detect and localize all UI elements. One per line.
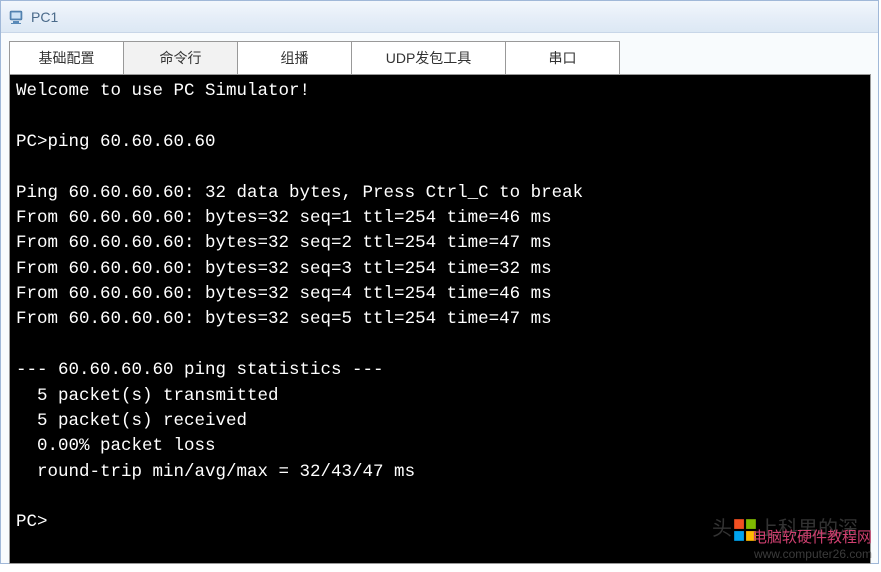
tab-udp-tool[interactable]: UDP发包工具 xyxy=(351,41,506,75)
window-title: PC1 xyxy=(31,9,58,25)
terminal-welcome: Welcome to use PC Simulator! xyxy=(16,81,310,101)
watermark-site-url: www.computer26.com xyxy=(752,547,872,563)
ping-reply: From 60.60.60.60: bytes=32 seq=4 ttl=254… xyxy=(16,284,552,304)
tab-multicast[interactable]: 组播 xyxy=(237,41,352,75)
ping-reply: From 60.60.60.60: bytes=32 seq=3 ttl=254… xyxy=(16,259,552,279)
tab-bar: 基础配置 命令行 组播 UDP发包工具 串口 xyxy=(9,41,870,75)
ping-header: Ping 60.60.60.60: 32 data bytes, Press C… xyxy=(16,183,583,203)
tab-serial[interactable]: 串口 xyxy=(505,41,620,75)
content-area: 基础配置 命令行 组播 UDP发包工具 串口 Welcome to use PC… xyxy=(1,33,878,572)
ping-reply: From 60.60.60.60: bytes=32 seq=1 ttl=254… xyxy=(16,208,552,228)
ping-reply: From 60.60.60.60: bytes=32 seq=5 ttl=254… xyxy=(16,309,552,329)
pc-icon xyxy=(7,8,25,26)
watermark-site: 电脑软硬件教程网 www.computer26.com xyxy=(752,528,872,563)
terminal-prompt: PC> xyxy=(16,512,48,532)
stats-line: 5 packet(s) received xyxy=(16,411,247,431)
ping-reply: From 60.60.60.60: bytes=32 seq=2 ttl=254… xyxy=(16,233,552,253)
terminal-output[interactable]: Welcome to use PC Simulator! PC>ping 60.… xyxy=(9,74,871,564)
titlebar: PC1 xyxy=(1,1,878,33)
tab-basic-config[interactable]: 基础配置 xyxy=(9,41,124,75)
tab-command-line[interactable]: 命令行 xyxy=(123,41,238,75)
stats-header: --- 60.60.60.60 ping statistics --- xyxy=(16,360,384,380)
stats-line: 5 packet(s) transmitted xyxy=(16,386,279,406)
watermark-site-name: 电脑软硬件教程网 xyxy=(752,528,872,548)
terminal-prompt-ping: PC>ping 60.60.60.60 xyxy=(16,132,216,152)
app-window: PC1 基础配置 命令行 组播 UDP发包工具 串口 Welcome to us… xyxy=(0,0,879,564)
stats-line: round-trip min/avg/max = 32/43/47 ms xyxy=(16,462,415,482)
stats-line: 0.00% packet loss xyxy=(16,436,216,456)
